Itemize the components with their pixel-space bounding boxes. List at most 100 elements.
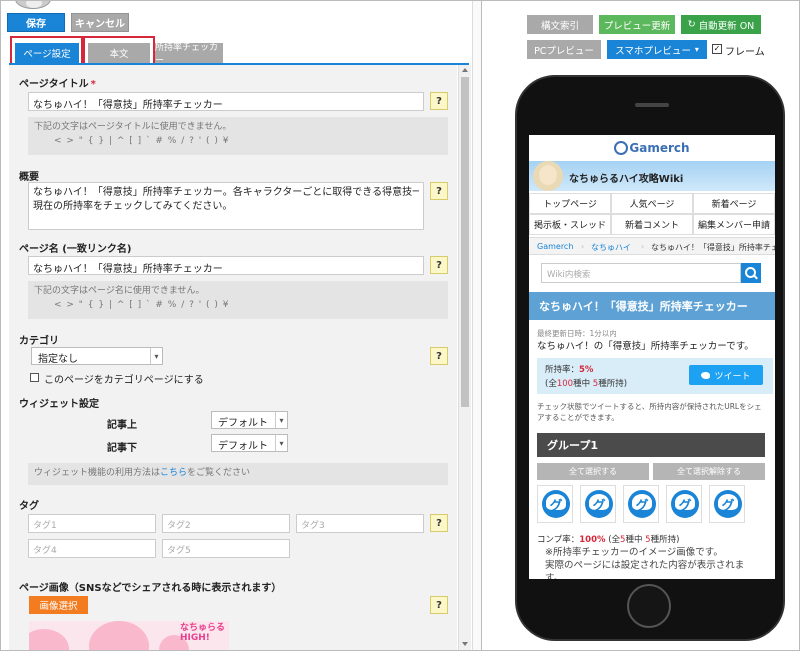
skill-icon[interactable]: グ (666, 485, 702, 523)
nav-new-comments[interactable]: 新着コメント (611, 214, 693, 235)
widget-note: ウィジェット機能の利用方法はこちらをご覧ください (28, 463, 448, 485)
phone-screen: Gamerch なちゅらるハイ攻略Wiki トップページ 人気ページ 新着ページ… (529, 135, 775, 579)
page-name-input[interactable]: なちゅハイ！「得意技」所持率チェッカー (28, 256, 424, 275)
crumb-current: なちゅハイ！「得意技」所持率チェ (651, 243, 775, 252)
page-name-note: 下記の文字はページ名に使用できません。 < > " { } | ^ [ ] ` … (28, 281, 448, 319)
chevron-down-icon: ▾ (694, 45, 699, 54)
form-scrollbar[interactable] (458, 65, 471, 650)
page-heading: なちゅハイ！「得意技」所持率チェッカー (529, 292, 775, 320)
deselect-all-button[interactable]: 全て選択解除する (653, 463, 765, 480)
save-button[interactable]: 保存 (7, 13, 65, 32)
note-chars: < > " { } | ^ [ ] ` # % / ? ' ( ) ¥ (54, 136, 230, 146)
twitter-bird-icon (701, 371, 711, 379)
user-avatar (15, 1, 51, 9)
category-label: カテゴリ (19, 336, 59, 347)
category-page-label: このページをカテゴリページにする (44, 375, 204, 386)
summary-label: 概要 (19, 172, 39, 183)
help-icon[interactable]: ? (430, 347, 448, 365)
cancel-button[interactable]: キャンセル (71, 13, 129, 32)
search-icon[interactable] (741, 263, 761, 283)
thumbnail-logo: なちゅらる HIGH! (179, 623, 225, 643)
nav-popular[interactable]: 人気ページ (611, 193, 693, 214)
crumb-separator: › (581, 242, 585, 251)
breadcrumb: Gamerch › なちゅハイ › なちゅハイ！「得意技」所持率チェ (529, 237, 775, 255)
pc-preview-button[interactable]: PCプレビュー (527, 40, 601, 59)
crumb-gamerch[interactable]: Gamerch (537, 242, 573, 251)
rate-detail: (全100種中 5種所持) (545, 379, 628, 389)
select-image-button[interactable]: 画像選択 (29, 596, 88, 614)
completion-rate: コンプ率：100% (全5種中 5種所持) (537, 535, 680, 545)
tag-label: タグ (19, 501, 39, 512)
skill-icon[interactable]: グ (537, 485, 573, 523)
help-icon[interactable]: ? (430, 514, 448, 532)
phone-speaker (635, 103, 669, 107)
share-note: チェック状態でツイートすると、所持内容が保持されたURLをシェアすることができま… (537, 402, 762, 422)
widget-top-select[interactable]: デフォルト ▾ (211, 411, 288, 429)
widget-note-text: をご覧ください (187, 468, 251, 478)
help-icon[interactable]: ? (430, 182, 448, 200)
help-icon[interactable]: ? (430, 596, 448, 614)
skill-icon[interactable]: グ (623, 485, 659, 523)
category-select[interactable]: 指定なし ▾ (31, 347, 163, 365)
nav-top-page[interactable]: トップページ (529, 193, 611, 214)
app-frame: 保存 キャンセル ページ設定 本文 所持率チェッカー ページタイトル * なちゅハ… (0, 0, 800, 651)
tweet-label: ツイート (714, 371, 751, 382)
nav-member-request[interactable]: 編集メンバー申請 (693, 214, 775, 235)
help-icon[interactable]: ? (430, 92, 448, 110)
tag-input-3[interactable]: タグ3 (296, 514, 424, 533)
note-chars: < > " { } | ^ [ ] ` # % / ? ' ( ) ¥ (54, 300, 230, 310)
nav-board[interactable]: 掲示板・スレッド (529, 214, 611, 235)
smartphone-preview-label: スマホプレビュー (615, 45, 691, 57)
frame-checkbox[interactable]: ✓ (712, 44, 722, 54)
help-icon[interactable]: ? (430, 256, 448, 274)
tag-input-2[interactable]: タグ2 (162, 514, 290, 533)
syntax-index-button[interactable]: 構文索引 (527, 15, 593, 34)
skill-icon[interactable]: グ (709, 485, 745, 523)
scroll-down-icon[interactable] (462, 642, 468, 646)
phone-frame: Gamerch なちゅらるハイ攻略Wiki トップページ 人気ページ 新着ページ… (515, 75, 785, 641)
widget-help-link[interactable]: こちら (160, 468, 187, 478)
summary-textarea[interactable]: なちゅハイ！「得意技」所持率チェッカー。各キャラクターごとに取得できる得意技一覧… (28, 182, 424, 230)
crumb-wiki[interactable]: なちゅハイ (591, 242, 631, 253)
auto-update-toggle[interactable]: ↻ 自動更新 ON (681, 15, 761, 34)
select-all-button[interactable]: 全て選択する (537, 463, 649, 480)
widget-top-value: デフォルト (218, 418, 268, 429)
gamerch-logo[interactable]: Gamerch (529, 135, 775, 161)
summary-line: 現在の所持率をチェックしてみてください。 (33, 201, 233, 212)
tag-input-5[interactable]: タグ5 (162, 539, 290, 558)
frame-label: フレーム (725, 47, 765, 58)
page-image-thumbnail: なちゅらる HIGH! (29, 621, 229, 650)
gamerch-logo-icon (614, 141, 629, 155)
smartphone-preview-dropdown[interactable]: スマホプレビュー ▾ (607, 40, 707, 59)
preview-panel: 構文索引 プレビュー更新 ↻ 自動更新 ON PCプレビュー スマホプレビュー ▾ … (483, 1, 799, 650)
tweet-button[interactable]: ツイート (689, 365, 763, 385)
widget-label: ウィジェット設定 (19, 399, 99, 410)
preview-update-button[interactable]: プレビュー更新 (599, 15, 675, 34)
editor-panel: 保存 キャンセル ページ設定 本文 所持率チェッカー ページタイトル * なちゅハ… (1, 1, 472, 650)
wiki-title[interactable]: なちゅらるハイ攻略Wiki (569, 170, 683, 185)
page-title-input[interactable]: なちゅハイ！「得意技」所持率チェッカー (28, 92, 424, 111)
nav-new-pages[interactable]: 新着ページ (693, 193, 775, 214)
widget-note-text: ウィジェット機能の利用方法は (34, 468, 161, 478)
wiki-header: なちゅらるハイ攻略Wiki (529, 161, 775, 191)
skill-icon[interactable]: グ (580, 485, 616, 523)
widget-bottom-select[interactable]: デフォルト ▾ (211, 434, 288, 452)
chevron-down-icon: ▾ (150, 348, 162, 364)
wiki-search-input[interactable]: Wiki内検索 (541, 263, 741, 283)
page-name-label: ページ名 (一致リンク名) (19, 244, 132, 255)
widget-bottom-value: デフォルト (218, 441, 268, 452)
settings-form: ページタイトル * なちゅハイ！「得意技」所持率チェッカー ? 下記の文字はページ… (9, 65, 457, 650)
crumb-separator: › (641, 242, 645, 251)
rate-box: 所持率：5% (全100種中 5種所持) ツイート (537, 358, 773, 394)
summary-line: なちゅハイ！「得意技」所持率チェッカー。各キャラクターごとに取得できる得意技一覧… (33, 187, 419, 198)
category-page-checkbox[interactable] (30, 373, 39, 382)
panel-divider[interactable] (472, 1, 482, 650)
scroll-thumb[interactable] (461, 77, 469, 407)
group-heading: グループ1 (537, 433, 765, 457)
tag-input-1[interactable]: タグ1 (28, 514, 156, 533)
tag-input-4[interactable]: タグ4 (28, 539, 156, 558)
scroll-up-icon[interactable] (462, 68, 468, 72)
widget-bottom-label: 記事下 (107, 443, 137, 454)
tab-checker[interactable]: 所持率チェッカー (155, 43, 223, 66)
chevron-down-icon: ▾ (275, 435, 287, 451)
